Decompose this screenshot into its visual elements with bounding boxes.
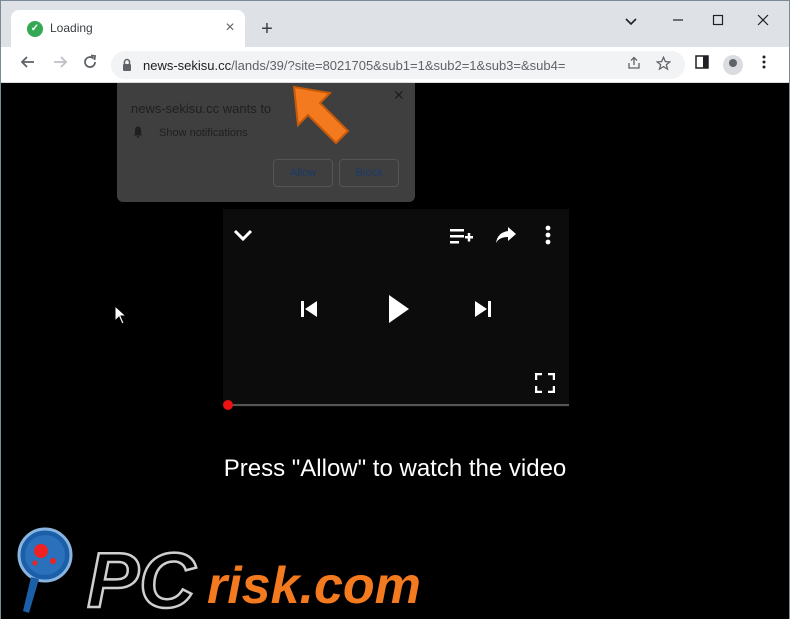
progress-scrubber[interactable] xyxy=(223,400,233,410)
page-content: news-sekisu.cc wants to ✕ Show notificat… xyxy=(1,83,789,619)
minimize-button[interactable] xyxy=(668,11,688,31)
next-icon[interactable] xyxy=(473,299,493,319)
url-host: news-sekisu.cc xyxy=(143,58,232,73)
lock-icon[interactable] xyxy=(122,58,132,72)
close-icon[interactable]: ✕ xyxy=(393,87,405,104)
notification-title: news-sekisu.cc wants to xyxy=(131,101,272,116)
bookmark-star-icon[interactable] xyxy=(654,55,672,74)
tab-strip: ✓ Loading × + xyxy=(1,1,789,47)
menu-kebab-icon[interactable] xyxy=(753,54,775,76)
block-button[interactable]: Block xyxy=(339,159,399,187)
progress-track[interactable] xyxy=(229,404,569,406)
browser-toolbar: news-sekisu.cc/lands/39/?site=8021705&su… xyxy=(1,47,789,83)
browser-window: ✓ Loading × + news-sekisu.cc/lands/39/?s… xyxy=(0,0,790,619)
notification-permission-text: Show notifications xyxy=(159,127,248,139)
allow-button[interactable]: Allow xyxy=(273,159,333,187)
tab-close-icon[interactable]: × xyxy=(221,19,239,37)
url-text[interactable]: news-sekisu.cc/lands/39/?site=8021705&su… xyxy=(143,58,565,73)
svg-text:risk.com: risk.com xyxy=(207,557,421,615)
share-icon[interactable] xyxy=(495,225,517,245)
maximize-button[interactable] xyxy=(708,11,728,31)
back-button[interactable] xyxy=(17,54,39,76)
orange-arrow-icon xyxy=(292,85,350,145)
allow-instruction-text: Press "Allow" to watch the video xyxy=(223,455,567,482)
green-shield-icon: ✓ xyxy=(27,21,43,37)
url-path: /lands/39/?site=8021705&sub1=1&sub2=1&su… xyxy=(231,58,566,73)
profile-avatar[interactable] xyxy=(723,55,743,75)
reload-button[interactable] xyxy=(79,54,101,76)
address-bar[interactable]: news-sekisu.cc/lands/39/?site=8021705&su… xyxy=(111,51,685,79)
side-panel-icon[interactable] xyxy=(691,54,713,76)
fullscreen-icon[interactable] xyxy=(535,373,555,393)
bell-icon xyxy=(133,126,143,138)
svg-text:PC: PC xyxy=(87,536,197,619)
pcrisk-watermark-logo: PC risk.com xyxy=(17,527,421,619)
tab-title: Loading xyxy=(50,21,93,35)
close-window-button[interactable] xyxy=(753,11,773,31)
browser-tab[interactable]: ✓ Loading × xyxy=(11,10,245,47)
play-icon[interactable] xyxy=(387,293,411,325)
forward-button[interactable] xyxy=(49,54,71,76)
share-icon[interactable] xyxy=(625,56,643,74)
notification-permission-popup: news-sekisu.cc wants to ✕ Show notificat… xyxy=(117,83,415,202)
new-tab-button[interactable]: + xyxy=(257,19,277,39)
add-to-queue-icon[interactable] xyxy=(449,227,473,247)
more-vertical-icon[interactable] xyxy=(545,225,551,245)
chevron-down-icon[interactable] xyxy=(233,229,253,243)
video-player[interactable] xyxy=(223,209,569,407)
previous-icon[interactable] xyxy=(299,299,319,319)
tab-search-chevron-icon[interactable] xyxy=(621,11,641,31)
mouse-cursor-icon xyxy=(114,305,128,325)
